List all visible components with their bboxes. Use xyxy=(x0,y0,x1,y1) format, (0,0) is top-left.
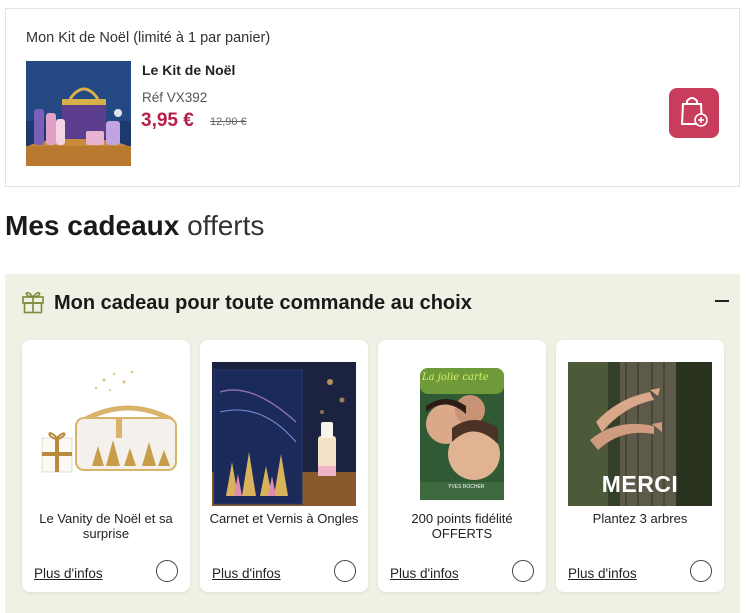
kit-product-name[interactable]: Le Kit de Noël xyxy=(142,62,235,78)
christmas-kit-box: Mon Kit de Noël (limité à 1 par panier) … xyxy=(5,8,740,187)
gift-card-loyalty-points[interactable]: La jolie carte YVES ROCHER 200 points fi… xyxy=(378,340,546,592)
gift-card-plant-trees[interactable]: MERCI Plantez 3 arbres Plus d'infos xyxy=(556,340,724,592)
minus-icon[interactable] xyxy=(715,300,729,302)
card-label: Plantez 3 arbres xyxy=(592,511,688,526)
gifts-title-light: offerts xyxy=(187,210,265,241)
more-info-link[interactable]: Plus d'infos xyxy=(390,566,459,581)
gift-icon xyxy=(21,288,45,319)
more-info-link[interactable]: Plus d'infos xyxy=(212,566,281,581)
select-radio[interactable] xyxy=(156,560,178,582)
kit-heading: Mon Kit de Noël (limité à 1 par panier) xyxy=(26,30,271,46)
loyalty-card-script-text: La jolie carte xyxy=(422,372,489,383)
gift-offer-header[interactable]: Mon cadeau pour toute commande au choix xyxy=(21,289,472,317)
gifts-section-title: Mes cadeaux offerts xyxy=(5,210,264,242)
card-label: Le Vanity de Noël et sa surprise xyxy=(39,511,173,541)
notebook-image xyxy=(212,362,356,506)
gift-card-vanity[interactable]: Le Vanity de Noël et sa surprise Plus d'… xyxy=(22,340,190,592)
more-info-link[interactable]: Plus d'infos xyxy=(568,566,637,581)
kit-product-ref: Réf VX392 xyxy=(142,90,208,105)
gift-offer-panel: Mon cadeau pour toute commande au choix xyxy=(5,274,740,613)
select-radio[interactable] xyxy=(690,560,712,582)
loyalty-card-brand-text: YVES ROCHER xyxy=(448,484,485,490)
card-label: 200 points fidélité OFFERTS xyxy=(411,511,513,541)
more-info-link[interactable]: Plus d'infos xyxy=(34,566,103,581)
add-to-cart-button[interactable] xyxy=(669,88,719,138)
kit-old-price: 12,90 € xyxy=(210,116,247,128)
kit-price: 3,95 € xyxy=(141,110,194,131)
gifts-title-bold: Mes cadeaux xyxy=(5,210,180,241)
select-radio[interactable] xyxy=(512,560,534,582)
gift-card-notebook[interactable]: Carnet et Vernis à Ongles Plus d'infos xyxy=(200,340,368,592)
select-radio[interactable] xyxy=(334,560,356,582)
card-label: Carnet et Vernis à Ongles xyxy=(209,511,359,526)
gift-offer-title: Mon cadeau pour toute commande au choix xyxy=(54,291,472,314)
vanity-image xyxy=(34,362,178,506)
shopping-bag-plus-icon xyxy=(679,95,709,132)
merci-overlay-text: MERCI xyxy=(601,471,679,497)
kit-product-image[interactable] xyxy=(26,61,131,166)
